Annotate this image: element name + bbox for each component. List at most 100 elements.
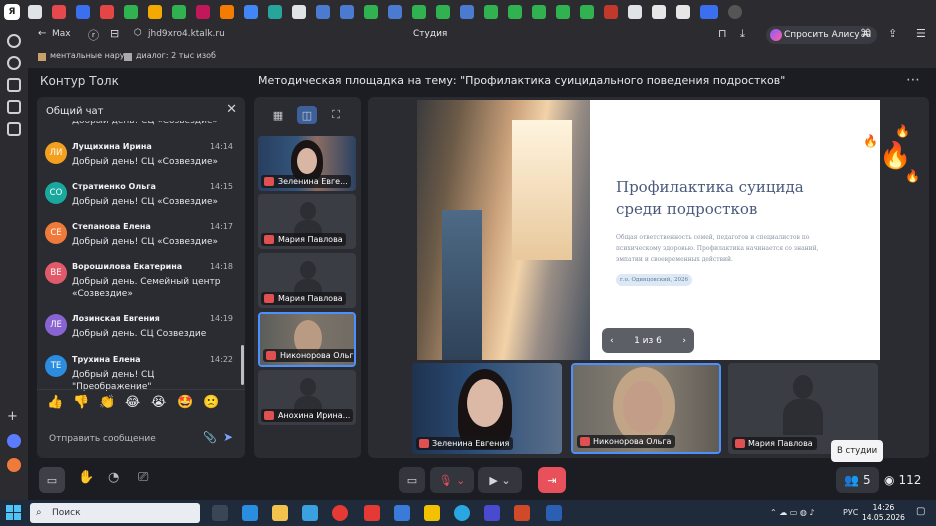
menu-icon[interactable]: ☰ — [916, 27, 926, 40]
bookmark-item[interactable]: ментальные нару — [50, 51, 125, 60]
yandex-icon[interactable] — [364, 505, 380, 521]
screen-share-icon[interactable]: ▭ — [399, 467, 425, 493]
chat-toggle-icon[interactable]: ▭ — [39, 467, 65, 493]
tab-icon[interactable] — [532, 5, 546, 19]
reaction-star-eyes[interactable]: 🤩 — [177, 395, 193, 410]
profile-icon[interactable] — [7, 458, 21, 472]
tab-icon[interactable] — [100, 5, 114, 19]
tab-icon[interactable] — [148, 5, 162, 19]
url-field[interactable]: jhd9xro4.ktalk.ru — [148, 29, 225, 39]
tab-icon[interactable] — [604, 5, 618, 19]
reaction-laugh[interactable]: 😂 — [125, 395, 140, 410]
reaction-cry[interactable]: 😭 — [151, 395, 166, 410]
back-arrow-icon[interactable]: ← — [38, 28, 46, 39]
poll-icon[interactable]: ◔ — [108, 470, 119, 485]
raise-hand-icon[interactable]: ✋ — [78, 470, 94, 485]
taskbar-search[interactable]: ⌕ Поиск — [30, 503, 200, 523]
prev-slide-icon[interactable]: ‹ — [610, 336, 614, 346]
extensions-icon[interactable]: ⌘ — [860, 27, 871, 40]
download-icon[interactable]: ⤓ — [740, 27, 745, 41]
app-icon[interactable] — [424, 505, 440, 521]
reaction-thumbs-up[interactable]: 👍 — [47, 395, 63, 410]
tab-icon[interactable] — [388, 5, 402, 19]
participant-tile[interactable]: Мария Павлова — [258, 253, 356, 308]
chat-scrollbar[interactable] — [241, 345, 244, 385]
tab-icon[interactable] — [196, 5, 210, 19]
ktalk-icon[interactable] — [484, 505, 500, 521]
reaction-clap[interactable]: 👏 — [99, 395, 115, 410]
stage-video-tile-active[interactable]: Никонорова Ольга — [571, 363, 721, 454]
notifications-icon[interactable]: ▢ — [916, 506, 925, 517]
tab-icon[interactable] — [268, 5, 282, 19]
participant-tile[interactable]: Мария Павлова — [258, 194, 356, 249]
collections-icon[interactable] — [7, 100, 21, 114]
tab-icon[interactable] — [124, 5, 138, 19]
tab-icon[interactable] — [508, 5, 522, 19]
bookmark-item[interactable]: диалог: 2 тыс изоб — [136, 51, 216, 60]
participant-tile-active[interactable]: Никонорова Ольга — [258, 312, 356, 367]
close-icon[interactable]: ✕ — [226, 102, 237, 117]
participants-count-button[interactable]: 👥 5 — [836, 467, 879, 493]
tab-icon[interactable] — [220, 5, 234, 19]
lock-icon[interactable]: ⬡ — [134, 28, 142, 38]
viewers-count-button[interactable]: ◉ 112 — [876, 467, 929, 493]
apps-icon[interactable] — [7, 78, 21, 92]
explorer-icon[interactable] — [272, 505, 288, 521]
more-icon[interactable]: ⋯ — [906, 72, 920, 88]
next-slide-icon[interactable]: › — [682, 336, 686, 346]
telegram-icon[interactable] — [454, 505, 470, 521]
word-icon[interactable] — [546, 505, 562, 521]
tab-icon[interactable] — [316, 5, 330, 19]
tab-icon[interactable] — [244, 5, 258, 19]
send-icon[interactable]: ➤ — [223, 430, 233, 444]
tab-icon[interactable] — [52, 5, 66, 19]
fullscreen-view-icon[interactable]: ⛶ — [326, 106, 346, 124]
clock[interactable]: 14:26 14.05.2026 — [862, 503, 905, 523]
tab-icon[interactable] — [172, 5, 186, 19]
attach-icon[interactable]: 📎 — [203, 431, 217, 444]
alice-sphere-icon[interactable] — [7, 434, 21, 448]
yandex-browser-icon[interactable] — [332, 505, 348, 521]
tray-icons[interactable]: ⌃ ☁ ▭ ◍ ♪ — [770, 508, 815, 517]
add-icon[interactable]: + — [7, 410, 21, 424]
leave-meeting-button[interactable]: ⇥ — [538, 467, 566, 493]
mic-toggle-button[interactable]: 🎙 ⌄ — [430, 467, 474, 493]
mail-icon[interactable] — [394, 505, 410, 521]
alice-icon[interactable] — [7, 56, 21, 70]
reaction-sad[interactable]: 🙁 — [203, 395, 219, 410]
reader-icon[interactable]: ⓡ — [88, 27, 99, 43]
tab-icon[interactable] — [556, 5, 570, 19]
back-label[interactable]: Max — [52, 29, 71, 39]
tab-icon[interactable] — [292, 5, 306, 19]
participant-tile[interactable]: Анохина Ирина... — [258, 370, 356, 425]
tab-icon[interactable] — [436, 5, 450, 19]
active-tab-camera-icon[interactable] — [700, 5, 718, 19]
tab-icon[interactable] — [580, 5, 594, 19]
store-icon[interactable] — [302, 505, 318, 521]
share-icon[interactable]: ⇪ — [888, 27, 897, 40]
new-tab-plus-icon[interactable] — [728, 5, 742, 19]
tab-icon[interactable] — [460, 5, 474, 19]
tab-icon[interactable] — [340, 5, 354, 19]
tab-icon[interactable] — [484, 5, 498, 19]
message-input[interactable]: Отправить сообщение — [49, 434, 156, 444]
whiteboard-icon[interactable]: ⎚ — [138, 470, 148, 485]
history-icon[interactable] — [7, 34, 21, 48]
tab-icon[interactable] — [76, 5, 90, 19]
tab-icon[interactable] — [364, 5, 378, 19]
tab-icon[interactable] — [676, 5, 690, 19]
tabs-icon[interactable]: ⊟ — [110, 27, 119, 40]
speaker-view-icon[interactable]: ◫ — [297, 106, 317, 124]
camera-toggle-button[interactable]: ▶ ⌄ — [478, 467, 522, 493]
bookmark-icon[interactable]: ⊓ — [718, 27, 727, 40]
participant-tile[interactable]: Зеленина Евге... — [258, 136, 356, 191]
powerpoint-icon[interactable] — [514, 505, 530, 521]
yandex-logo-icon[interactable]: Я — [4, 4, 20, 20]
tab-icon[interactable] — [628, 5, 642, 19]
language-indicator[interactable]: РУС — [843, 508, 858, 517]
task-view-icon[interactable] — [212, 505, 228, 521]
tab-icon[interactable] — [652, 5, 666, 19]
tab-icon[interactable] — [28, 5, 42, 19]
sidebar-icon[interactable] — [7, 122, 21, 136]
windows-start-icon[interactable] — [6, 505, 22, 521]
